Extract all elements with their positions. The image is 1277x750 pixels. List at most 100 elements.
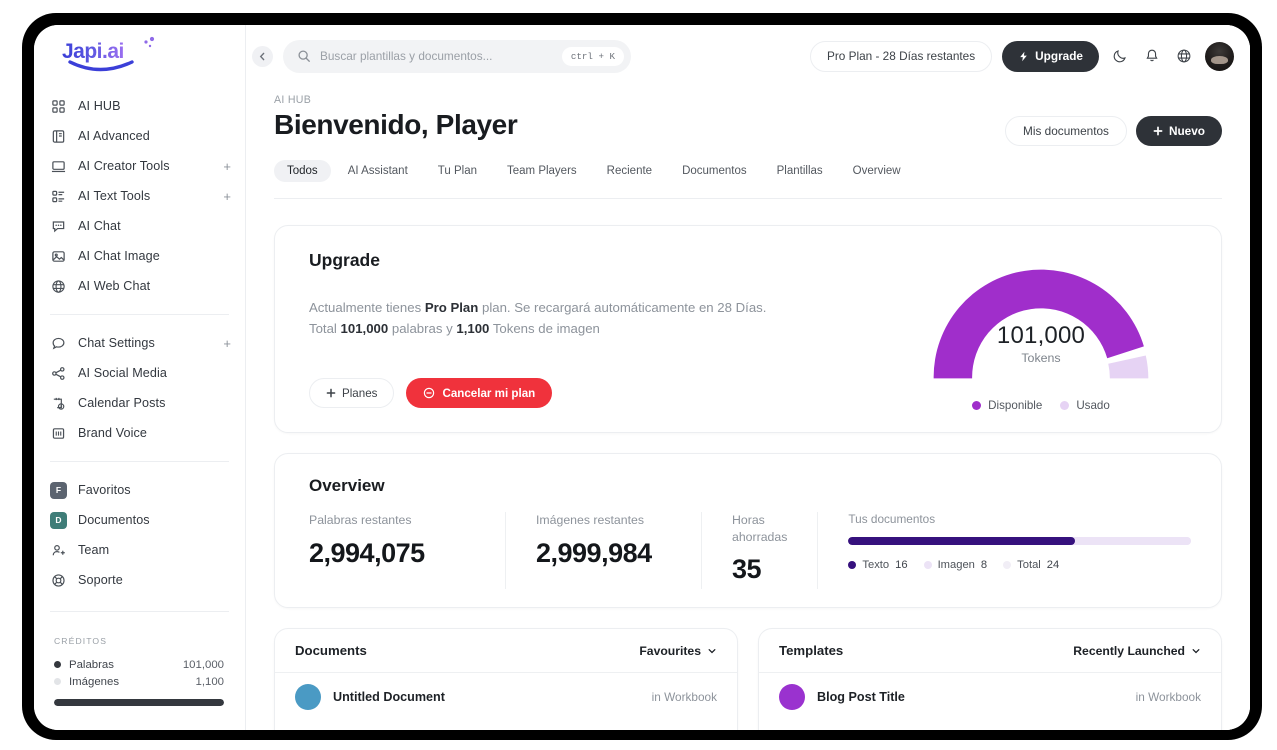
notifications-button[interactable] (1141, 45, 1163, 67)
upgrade-desc-part-4: Tokens de imagen (489, 321, 600, 337)
search-box[interactable]: ctrl + K (283, 39, 631, 73)
documents-filter-dropdown[interactable]: Favourites (639, 644, 717, 658)
legend-label: Usado (1076, 399, 1110, 412)
search-shortcut-hint: ctrl + K (561, 46, 624, 66)
legend-dot-icon (1003, 561, 1012, 569)
sidebar-item-ai-text-tools[interactable]: AI Text Tools + (34, 181, 245, 211)
credit-value: 101,000 (182, 658, 224, 671)
tab-team-players[interactable]: Team Players (494, 160, 590, 182)
topbar: ctrl + K Pro Plan - 28 Días restantes Up… (246, 25, 1250, 87)
sidebar-item-brand-voice[interactable]: Brand Voice (34, 418, 245, 448)
legend-imagen: Imagen 8 (923, 559, 987, 571)
avatar[interactable] (1205, 41, 1234, 71)
image-icon (50, 248, 67, 265)
tab-todos[interactable]: Todos (274, 160, 331, 182)
sidebar-divider-1 (50, 314, 229, 315)
sidebar-item-ai-web-chat[interactable]: AI Web Chat (34, 271, 245, 301)
list-item[interactable]: Untitled Document in Workbook (275, 673, 737, 710)
content-area: Upgrade Actualmente tienes Pro Plan plan… (246, 199, 1250, 730)
sidebar-item-chat-settings[interactable]: Chat Settings + (34, 328, 245, 358)
sidebar-item-team[interactable]: Team (34, 535, 245, 565)
sidebar-item-ai-advanced[interactable]: AI Advanced (34, 121, 245, 151)
plan-status-pill[interactable]: Pro Plan - 28 Días restantes (809, 40, 993, 72)
templates-filter-dropdown[interactable]: Recently Launched (1073, 644, 1201, 658)
sidebar-item-favoritos[interactable]: F Favoritos (34, 475, 245, 505)
legend-dot-icon (848, 561, 857, 569)
panel-title: Documents (295, 643, 367, 658)
lightning-bolt-icon (1020, 51, 1027, 61)
template-location: in Workbook (1135, 690, 1201, 704)
sidebar-divider-2 (50, 461, 229, 462)
sidebar-collapse-button[interactable] (252, 45, 273, 67)
tab-overview[interactable]: Overview (840, 160, 914, 182)
gauge-arc-disponible (933, 269, 1144, 379)
plus-icon (1153, 126, 1163, 136)
topbar-right: Pro Plan - 28 Días restantes Upgrade (809, 40, 1234, 72)
sidebar: Japi.ai AI HUB AI Advanced AI Creator To… (34, 25, 246, 730)
globe-icon (50, 278, 67, 295)
sidebar-group-social: Chat Settings + AI Social Media Calendar… (34, 324, 245, 454)
dark-mode-toggle[interactable] (1109, 45, 1131, 67)
cancel-plan-button[interactable]: Cancelar mi plan (406, 378, 553, 408)
legend-texto: Texto 16 (848, 559, 908, 571)
sidebar-item-ai-chat[interactable]: AI Chat (34, 211, 245, 241)
legend-label: Total (1017, 559, 1041, 571)
device-frame: Japi.ai AI HUB AI Advanced AI Creator To… (22, 13, 1262, 740)
tab-plantillas[interactable]: Plantillas (764, 160, 836, 182)
my-documents-button[interactable]: Mis documentos (1005, 116, 1127, 146)
sidebar-item-label: Brand Voice (78, 426, 148, 440)
sidebar-item-ai-social-media[interactable]: AI Social Media (34, 358, 245, 388)
legend-dot-icon (972, 401, 982, 410)
credits-row-imagenes: Imágenes 1,100 (54, 673, 224, 690)
tab-tu-plan[interactable]: Tu Plan (425, 160, 490, 182)
tab-ai-assistant[interactable]: AI Assistant (335, 160, 421, 182)
planes-button[interactable]: Planes (309, 378, 395, 408)
language-button[interactable] (1173, 45, 1195, 67)
filter-label: Recently Launched (1073, 643, 1185, 658)
stat-value: 35 (732, 554, 762, 585)
sidebar-item-ai-chat-image[interactable]: AI Chat Image (34, 241, 245, 271)
sidebar-item-label: AI Advanced (78, 129, 150, 143)
tab-reciente[interactable]: Reciente (594, 160, 665, 182)
credit-dot-icon (54, 661, 61, 668)
sidebar-item-ai-creator-tools[interactable]: AI Creator Tools + (34, 151, 245, 181)
share-icon (50, 365, 67, 382)
upgrade-desc-part-1: Actualmente tienes (309, 300, 425, 315)
tab-documentos[interactable]: Documentos (669, 160, 760, 182)
stat-value: 2,994,075 (309, 537, 425, 568)
legend-label: Imagen (937, 559, 975, 571)
app-logo[interactable]: Japi.ai (34, 25, 245, 87)
gauge-legend: Disponible Usado (972, 399, 1110, 412)
expand-plus-icon[interactable]: + (223, 337, 231, 350)
sidebar-item-soporte[interactable]: Soporte (34, 565, 245, 595)
credits-row-palabras: Palabras 101,000 (54, 656, 224, 673)
credits-block: CRÉDITOS Palabras 101,000 Imágenes 1,100 (34, 636, 245, 706)
sidebar-item-ai-hub[interactable]: AI HUB (34, 91, 245, 121)
upgrade-card-description: Actualmente tienes Pro Plan plan. Se rec… (309, 297, 779, 340)
sidebar-item-label: Calendar Posts (78, 396, 166, 410)
overview-card: Overview Palabras restantes 2,994,075 Im… (274, 453, 1222, 608)
sidebar-group-ai: AI HUB AI Advanced AI Creator Tools + AI… (34, 87, 245, 307)
stat-label: Horas ahorradas (732, 513, 788, 544)
chevron-down-icon (708, 648, 716, 653)
sidebar-item-label: AI Text Tools (78, 189, 151, 203)
sidebar-item-documentos[interactable]: D Documentos (34, 505, 245, 535)
documents-progress-bar (848, 537, 1191, 545)
new-button[interactable]: Nuevo (1135, 116, 1222, 146)
cancel-plan-button-label: Cancelar mi plan (442, 386, 536, 400)
sidebar-item-calendar-posts[interactable]: Calendar Posts (34, 388, 245, 418)
expand-plus-icon[interactable]: + (223, 190, 231, 203)
upgrade-button[interactable]: Upgrade (1002, 40, 1099, 72)
upgrade-card: Upgrade Actualmente tienes Pro Plan plan… (274, 225, 1222, 433)
planes-button-label: Planes (342, 386, 378, 400)
legend-label: Disponible (988, 399, 1043, 412)
search-input[interactable] (320, 49, 553, 63)
letter-badge-f-icon: F (50, 481, 67, 499)
expand-plus-icon[interactable]: + (223, 160, 231, 173)
brand-icon (50, 425, 67, 442)
credit-label: Palabras (69, 658, 114, 671)
overview-stats: Palabras restantes 2,994,075 Imágenes re… (309, 512, 1191, 589)
template-thumbnail (779, 684, 805, 710)
chevron-down-icon (1192, 648, 1200, 653)
list-item[interactable]: Blog Post Title in Workbook (759, 673, 1221, 710)
